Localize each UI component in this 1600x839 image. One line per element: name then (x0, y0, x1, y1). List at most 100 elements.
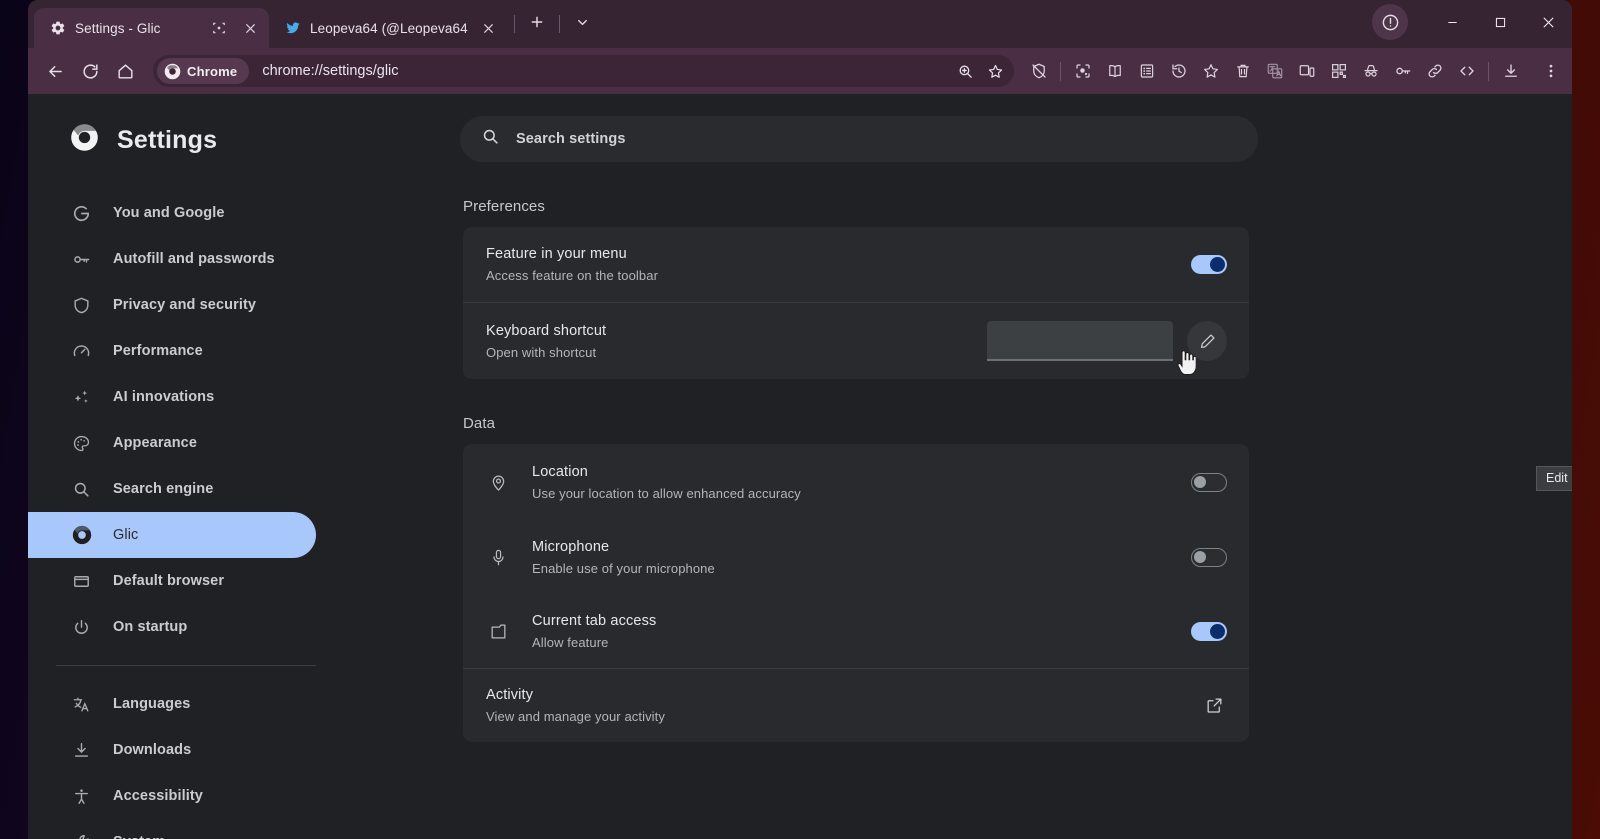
tracking-protection-off-icon[interactable] (1023, 56, 1054, 87)
minimize-button[interactable] (1428, 0, 1476, 44)
tab-search-chevron-icon[interactable] (567, 7, 597, 37)
sidebar-item-accessibility[interactable]: Accessibility (28, 773, 316, 819)
sidebar-item-autofill-and-passwords[interactable]: Autofill and passwords (28, 236, 316, 282)
chrome-chip-label: Chrome (187, 64, 237, 79)
tab-settings-glic[interactable]: Settings - Glic (34, 8, 269, 48)
sidebar-item-ai-innovations[interactable]: AI innovations (28, 374, 316, 420)
developer-tools-icon[interactable] (1451, 56, 1482, 87)
data-card: Location Use your location to allow enha… (463, 444, 1249, 742)
row-activity[interactable]: Activity View and manage your activity (463, 668, 1249, 742)
zoom-search-icon[interactable] (950, 56, 980, 86)
sidebar-item-languages[interactable]: Languages (28, 681, 316, 727)
chrome-menu-icon[interactable] (1535, 56, 1566, 87)
row-subtitle: Allow feature (532, 635, 1191, 650)
reading-list-icon[interactable] (1131, 56, 1162, 87)
gear-icon (49, 20, 66, 37)
delete-browsing-data-icon[interactable] (1227, 56, 1258, 87)
row-text: Activity View and manage your activity (486, 687, 1201, 724)
toggle-current-tab-access[interactable] (1191, 622, 1227, 641)
sidebar-item-glic[interactable]: Glic (28, 512, 316, 558)
row-feature-in-your-menu[interactable]: Feature in your menu Access feature on t… (463, 227, 1249, 302)
new-tab-button[interactable] (522, 7, 552, 37)
sidebar-item-appearance[interactable]: Appearance (28, 420, 316, 466)
chrome-logo-icon (70, 123, 99, 157)
search-section: Search settings (344, 94, 1572, 162)
chrome-logo-icon (164, 63, 181, 80)
reading-mode-icon[interactable] (1099, 56, 1130, 87)
location-pin-icon (486, 470, 510, 494)
password-key-icon[interactable] (1387, 56, 1418, 87)
keyboard-shortcut-input[interactable] (987, 321, 1173, 361)
sparkle-icon (71, 387, 92, 408)
settings-content: Search settings Preferences Feature in y… (344, 94, 1572, 839)
row-title: Feature in your menu (486, 246, 1191, 262)
sidebar-item-label: On startup (113, 619, 187, 635)
tab-separator (514, 15, 515, 33)
sidebar-item-default-browser[interactable]: Default browser (28, 558, 316, 604)
key-icon (71, 249, 92, 270)
palette-icon (71, 433, 92, 454)
chrome-chip[interactable]: Chrome (157, 58, 249, 84)
close-window-button[interactable] (1524, 0, 1572, 44)
lens-icon[interactable] (1067, 56, 1098, 87)
sidebar-item-label: Default browser (113, 573, 224, 589)
tab-icon (486, 619, 510, 643)
reload-button[interactable] (73, 54, 107, 88)
sidebar-item-label: You and Google (113, 205, 225, 221)
sidebar-divider (56, 665, 316, 666)
open-in-new-icon[interactable] (1201, 693, 1227, 719)
toggle-feature-in-your-menu[interactable] (1191, 255, 1227, 274)
send-to-devices-icon[interactable] (1291, 56, 1322, 87)
back-button[interactable] (38, 54, 72, 88)
toolbar-separator (1060, 62, 1061, 81)
bookmarks-star-icon[interactable] (1195, 56, 1226, 87)
sidebar-item-performance[interactable]: Performance (28, 328, 316, 374)
sidebar-item-you-and-google[interactable]: You and Google (28, 190, 316, 236)
row-title: Location (532, 464, 1191, 480)
row-current-tab-access[interactable]: Current tab access Allow feature (463, 594, 1249, 668)
power-icon (71, 617, 92, 638)
incognito-icon[interactable] (1355, 56, 1386, 87)
address-bar-url: chrome://settings/glic (262, 63, 950, 79)
tab-strip: Settings - Glic Leopeva64 (@Leopeva64) /… (28, 0, 1572, 48)
maximize-button[interactable] (1476, 0, 1524, 44)
settings-header: Settings (28, 112, 344, 168)
downloads-icon[interactable] (1495, 56, 1526, 87)
address-bar[interactable]: Chrome chrome://settings/glic (153, 55, 1014, 87)
pencil-edit-icon[interactable] (1187, 321, 1227, 361)
close-icon[interactable] (239, 17, 261, 39)
bookmark-star-icon[interactable] (980, 56, 1010, 86)
row-title: Keyboard shortcut (486, 323, 987, 339)
settings-page: Settings You and Google (28, 94, 1572, 839)
tab-leopeva64-twitter[interactable]: Leopeva64 (@Leopeva64) / Twit (269, 8, 507, 48)
sidebar-item-privacy-and-security[interactable]: Privacy and security (28, 282, 316, 328)
download-icon (71, 740, 92, 761)
sidebar-item-downloads[interactable]: Downloads (28, 727, 316, 773)
row-microphone[interactable]: Microphone Enable use of your microphone (463, 520, 1249, 594)
search-input[interactable]: Search settings (460, 116, 1258, 162)
sidebar-item-on-startup[interactable]: On startup (28, 604, 316, 650)
row-subtitle: Access feature on the toolbar (486, 268, 1191, 283)
row-keyboard-shortcut[interactable]: Keyboard shortcut Open with shortcut (463, 302, 1249, 379)
row-text: Keyboard shortcut Open with shortcut (486, 323, 987, 360)
close-icon[interactable] (477, 17, 499, 39)
toggle-microphone[interactable] (1191, 548, 1227, 567)
home-icon[interactable] (108, 54, 142, 88)
sidebar-item-label: Languages (113, 696, 190, 712)
tab-group-icon[interactable] (208, 17, 230, 39)
row-subtitle: Use your location to allow enhanced accu… (532, 486, 1191, 501)
window-controls (1372, 0, 1572, 44)
copy-link-icon[interactable] (1419, 56, 1450, 87)
accessibility-icon (71, 786, 92, 807)
tab-title: Settings - Glic (75, 21, 199, 36)
qr-code-icon[interactable] (1323, 56, 1354, 87)
sidebar-item-search-engine[interactable]: Search engine (28, 466, 316, 512)
google-translate-icon[interactable] (1259, 56, 1290, 87)
translate-icon (71, 694, 92, 715)
alert-circle-icon[interactable] (1372, 4, 1408, 40)
toggle-location[interactable] (1191, 473, 1227, 492)
row-text: Location Use your location to allow enha… (532, 464, 1191, 501)
history-icon[interactable] (1163, 56, 1194, 87)
row-location[interactable]: Location Use your location to allow enha… (463, 444, 1249, 520)
sidebar-item-system[interactable]: System (28, 819, 316, 839)
